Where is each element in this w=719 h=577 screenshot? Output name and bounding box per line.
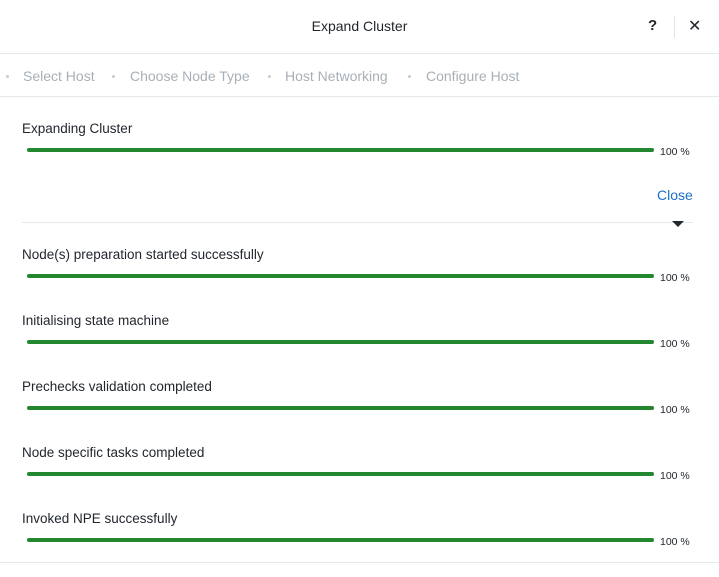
task-progress-fill [27,340,654,344]
task-progress-fill [27,406,654,410]
wizard-steps: Select Host Choose Node Type Host Networ… [0,54,719,97]
task-label: Prechecks validation completed [22,379,212,394]
task-progress-bar [27,472,654,476]
task-progress-percent: 100 % [660,536,690,548]
step-separator [6,75,9,78]
overall-progress-bar [27,148,654,152]
task-progress-percent: 100 % [660,404,690,416]
step-separator [408,75,411,78]
close-link[interactable]: Close [657,187,693,203]
task-progress-percent: 100 % [660,272,690,284]
dialog-title: Expand Cluster [311,18,408,34]
step-host-networking[interactable]: Host Networking [285,68,388,84]
task-label: Node specific tasks completed [22,445,205,460]
step-select-host[interactable]: Select Host [23,68,95,84]
task-progress-percent: 100 % [660,338,690,350]
step-separator [112,75,115,78]
task-progress-bar [27,274,654,278]
close-icon[interactable]: ✕ [688,16,701,36]
overall-progress-label: Expanding Cluster [22,121,133,136]
overall-progress-fill [27,148,654,152]
task-progress-percent: 100 % [660,470,690,482]
overall-progress-percent: 100 % [660,146,690,158]
task-label: Initialising state machine [22,313,170,328]
task-progress-fill [27,472,654,476]
task-progress-bar [27,538,654,542]
step-choose-node-type[interactable]: Choose Node Type [130,68,250,84]
caret-down-icon[interactable] [672,221,684,227]
task-label: Invoked NPE successfully [22,511,178,526]
task-label: Node(s) preparation started successfully [22,247,264,262]
footer-divider [0,562,719,563]
task-progress-bar [27,340,654,344]
task-progress-fill [27,274,654,278]
dialog-header: Expand Cluster ? ✕ [0,0,719,54]
task-progress-fill [27,538,654,542]
header-divider [674,16,675,38]
step-configure-host[interactable]: Configure Host [426,68,519,84]
help-icon[interactable]: ? [648,17,657,34]
task-progress-bar [27,406,654,410]
step-separator [268,75,271,78]
section-divider [22,222,693,223]
